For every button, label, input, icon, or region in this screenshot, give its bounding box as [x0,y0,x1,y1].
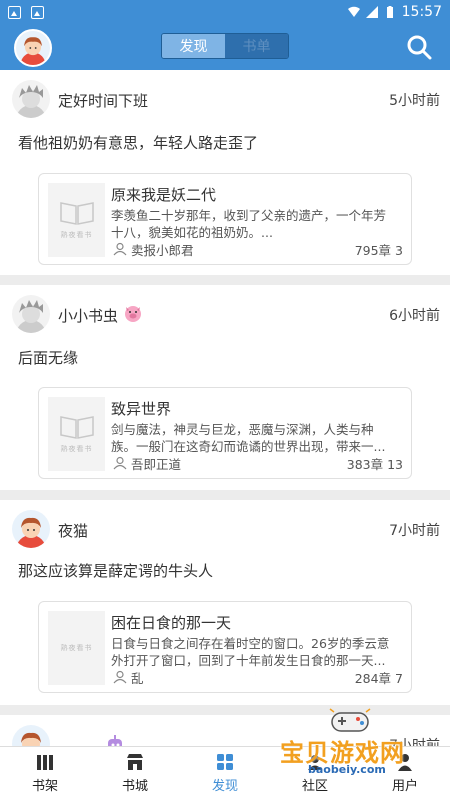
bookshelf-icon [37,755,53,770]
post-header: 小小书虫 6小时前 [12,295,440,335]
image-notification-icon [31,5,44,19]
watermark: 宝贝游戏网 baobeiy.com [278,705,448,780]
tab-bookshelf[interactable]: 书架 [0,747,90,800]
post-header: 夜猫 7小时前 [12,510,440,550]
tab-label: 发现 [211,779,238,794]
gamepad-icon [329,708,371,732]
default-avatar-icon [16,300,46,333]
book-title: 致异世界 [111,400,172,418]
book-description: 日食与日食之间存在着时空的窗口。26岁的季云意外打开了窗口，回到了十年前发生日食… [111,636,390,668]
book-chapter-count: 284章 7 [354,671,403,686]
book-description: 李羡鱼二十岁那年，收到了父亲的遗产，一个年芳十八，貌美如花的祖奶奶。... [111,208,387,240]
tab-label: 书架 [31,779,58,794]
post-card[interactable]: 定好时间下班 5小时前 看他祖奶奶有意思，年轻人路走歪了 熟夜看书 原来我是妖二… [0,70,450,275]
battery-icon [386,6,393,18]
watermark-url: baobeiy.com [308,763,386,776]
book-title: 原来我是妖二代 [111,186,217,204]
user-avatar[interactable] [14,29,52,67]
author-icon [113,456,127,470]
post-text: 那这应该算是薛定谔的牛头人 [18,562,214,580]
post-time: 7小时前 [389,523,440,539]
post-avatar[interactable] [12,295,50,333]
signal-icon [365,6,378,18]
post-card[interactable]: 小小书虫 6小时前 后面无缘 熟夜看书 致异世界 剑与魔法，神灵与巨龙，恶魔与深… [0,285,450,490]
book-description: 剑与魔法，神灵与巨龙，恶魔与深渊，人类与种族。一般门在这奇幻而诡谲的世界出现，带… [111,422,386,454]
post-text: 后面无缘 [18,349,79,367]
book-meta: 吾即正道 383章 13 [111,454,403,472]
status-time: 15:57 [401,4,442,20]
post-username[interactable]: 小小书虫 [58,305,118,326]
book-card[interactable]: 熟夜看书 致异世界 剑与魔法，神灵与巨龙，恶魔与深渊，人类与种族。一般门在这奇幻… [38,387,412,479]
author-icon [113,670,127,684]
open-book-icon [59,416,94,439]
gallery-notification-icon [8,5,21,19]
tab-discover[interactable]: 发现 [180,747,270,800]
boy-avatar-icon [16,517,46,548]
book-cover: 熟夜看书 [48,611,105,685]
post-username[interactable]: 定好时间下班 [58,90,148,111]
book-card[interactable]: 熟夜看书 困在日食的那一天 日食与日食之间存在着时空的窗口。26岁的季云意外打开… [38,601,412,693]
boy-avatar-icon [20,37,46,65]
tab-store[interactable]: 书城 [90,747,180,800]
default-avatar-icon [16,85,46,118]
book-cover: 熟夜看书 [48,397,105,471]
book-chapter-count: 383章 13 [346,457,403,472]
pig-badge-icon [125,306,141,322]
post-avatar[interactable] [12,80,50,118]
store-icon [127,754,143,770]
wifi-icon [347,6,360,17]
tab-discover[interactable]: 发现 [162,34,225,58]
post-username[interactable]: 夜猫 [58,520,88,541]
post-text: 看他祖奶奶有意思，年轻人路走歪了 [18,134,259,152]
post-header: 定好时间下班 5小时前 [12,80,440,120]
post-time: 5小时前 [389,93,440,109]
post-avatar[interactable] [12,510,50,548]
cover-text: 熟夜看书 [60,231,93,239]
book-card[interactable]: 熟夜看书 原来我是妖二代 李羡鱼二十岁那年，收到了父亲的遗产，一个年芳十八，貌美… [38,173,412,265]
book-title: 困在日食的那一天 [111,614,232,632]
book-author: 乱 [131,671,144,686]
book-cover: 熟夜看书 [48,183,105,257]
app-bar: 发现 书单 [0,24,450,70]
tab-label: 书城 [121,779,148,794]
discover-booklist-toggle: 发现 书单 [161,33,289,59]
author-icon [113,242,127,256]
search-icon[interactable] [406,34,432,60]
book-author: 吾即正道 [131,457,182,472]
discover-icon [217,754,233,770]
book-meta: 卖报小郎君 795章 3 [111,240,403,258]
post-card[interactable]: 夜猫 7小时前 那这应该算是薛定谔的牛头人 熟夜看书 困在日食的那一天 日食与日… [0,500,450,705]
tab-booklist[interactable]: 书单 [225,34,288,58]
book-meta: 乱 284章 7 [111,668,403,686]
cover-text: 熟夜看书 [60,445,93,453]
book-author: 卖报小郎君 [131,243,194,258]
book-chapter-count: 795章 3 [354,243,403,258]
post-time: 6小时前 [389,308,440,324]
cover-text: 熟夜看书 [60,644,93,652]
status-bar: 15:57 [0,0,450,24]
open-book-icon [59,202,94,225]
